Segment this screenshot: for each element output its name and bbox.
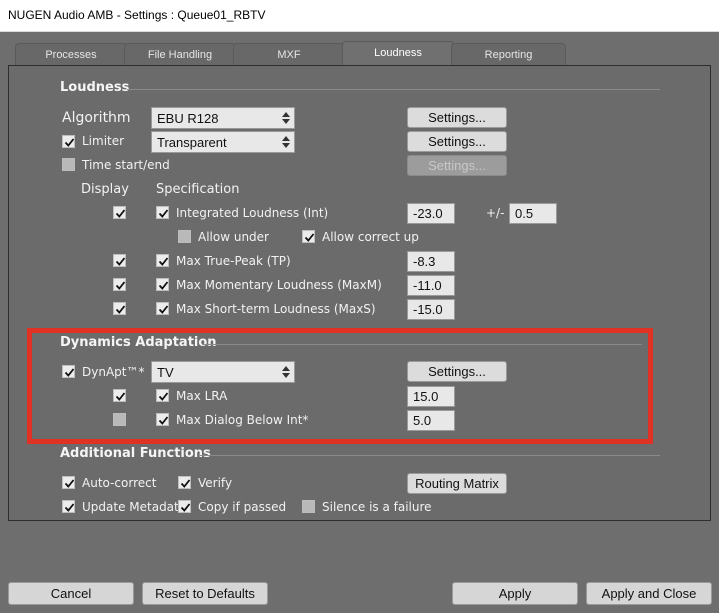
- checkmark-icon: [180, 479, 191, 488]
- auto-correct-label: Auto-correct: [82, 476, 157, 490]
- dynapt-label: DynApt™*: [82, 365, 145, 379]
- dynamics-heading: Dynamics Adaptation: [60, 335, 217, 350]
- display-column-header: Display: [81, 182, 129, 197]
- checkmark-icon: [115, 209, 126, 218]
- short-term-label: Max Short-term Loudness (MaxS): [176, 302, 376, 316]
- dynapt-settings-button[interactable]: Settings...: [407, 361, 507, 382]
- time-start-end-label: Time start/end: [82, 158, 170, 172]
- checkmark-icon: [115, 305, 126, 314]
- apply-button[interactable]: Apply: [452, 582, 578, 605]
- max-lra-display-checkbox[interactable]: [113, 389, 126, 402]
- allow-correct-up-label: Allow correct up: [322, 230, 419, 244]
- checkmark-icon: [64, 138, 75, 147]
- checkmark-icon: [158, 209, 169, 218]
- time-settings-button[interactable]: Settings...: [407, 155, 507, 176]
- checkmark-icon: [115, 281, 126, 290]
- update-metadata-label: Update Metadata: [82, 500, 187, 514]
- max-lra-value-field[interactable]: 15.0: [407, 386, 455, 407]
- momentary-display-checkbox[interactable]: [113, 278, 126, 291]
- allow-under-checkbox[interactable]: [178, 230, 191, 243]
- verify-checkbox[interactable]: [178, 476, 191, 489]
- auto-correct-checkbox[interactable]: [62, 476, 75, 489]
- dynapt-select[interactable]: TV: [151, 361, 295, 383]
- checkmark-icon: [115, 257, 126, 266]
- cancel-button[interactable]: Cancel: [8, 582, 134, 605]
- momentary-label: Max Momentary Loudness (MaxM): [176, 278, 382, 292]
- limiter-checkbox[interactable]: [62, 135, 75, 148]
- tab-file-handling[interactable]: File Handling: [124, 43, 236, 65]
- momentary-value-field[interactable]: -11.0: [407, 275, 455, 296]
- dynamics-divider: [202, 344, 642, 345]
- specification-column-header: Specification: [156, 182, 240, 197]
- tolerance-label: +/-: [486, 206, 505, 220]
- silence-failure-label: Silence is a failure: [322, 500, 432, 514]
- reset-defaults-button[interactable]: Reset to Defaults: [142, 582, 268, 605]
- true-peak-label: Max True-Peak (TP): [176, 254, 291, 268]
- momentary-spec-checkbox[interactable]: [156, 278, 169, 291]
- max-dialog-value-field[interactable]: 5.0: [407, 410, 455, 431]
- dynapt-value: TV: [157, 365, 174, 380]
- checkmark-icon: [64, 479, 75, 488]
- short-term-value-field[interactable]: -15.0: [407, 299, 455, 320]
- limiter-settings-button[interactable]: Settings...: [407, 131, 507, 152]
- checkmark-icon: [158, 392, 169, 401]
- true-peak-value-field[interactable]: -8.3: [407, 251, 455, 272]
- algorithm-value: EBU R128: [157, 111, 219, 126]
- true-peak-display-checkbox[interactable]: [113, 254, 126, 267]
- spinner-arrows-icon: [282, 366, 290, 378]
- checkmark-icon: [158, 416, 169, 425]
- dynapt-checkbox[interactable]: [62, 365, 75, 378]
- algorithm-settings-button[interactable]: Settings...: [407, 107, 507, 128]
- apply-and-close-button[interactable]: Apply and Close: [586, 582, 712, 605]
- integrated-value-field[interactable]: -23.0: [407, 203, 455, 224]
- tab-loudness[interactable]: Loudness: [342, 41, 454, 65]
- checkmark-icon: [115, 392, 126, 401]
- checkmark-icon: [158, 305, 169, 314]
- additional-divider: [200, 455, 660, 456]
- integrated-label: Integrated Loudness (Int): [176, 206, 329, 220]
- loudness-heading: Loudness: [60, 80, 130, 95]
- routing-matrix-button[interactable]: Routing Matrix: [407, 473, 507, 494]
- algorithm-label: Algorithm: [62, 110, 131, 126]
- limiter-label: Limiter: [82, 134, 125, 148]
- spinner-arrows-icon: [282, 112, 290, 124]
- true-peak-spec-checkbox[interactable]: [156, 254, 169, 267]
- tab-processes[interactable]: Processes: [15, 43, 127, 65]
- checkmark-icon: [158, 257, 169, 266]
- allow-under-label: Allow under: [198, 230, 269, 244]
- integrated-spec-checkbox[interactable]: [156, 206, 169, 219]
- update-metadata-checkbox[interactable]: [62, 500, 75, 513]
- checkmark-icon: [304, 233, 315, 242]
- algorithm-select[interactable]: EBU R128: [151, 107, 295, 129]
- checkmark-icon: [64, 503, 75, 512]
- max-dialog-spec-checkbox[interactable]: [156, 413, 169, 426]
- verify-label: Verify: [198, 476, 233, 490]
- checkmark-icon: [158, 281, 169, 290]
- spinner-arrows-icon: [282, 136, 290, 148]
- integrated-display-checkbox[interactable]: [113, 206, 126, 219]
- loudness-divider: [127, 89, 660, 90]
- max-lra-label: Max LRA: [176, 389, 228, 403]
- silence-failure-checkbox[interactable]: [302, 500, 315, 513]
- max-dialog-display-checkbox[interactable]: [113, 413, 126, 426]
- tab-reporting[interactable]: Reporting: [451, 43, 566, 65]
- tolerance-value-field[interactable]: 0.5: [509, 203, 557, 224]
- copy-if-passed-checkbox[interactable]: [178, 500, 191, 513]
- tab-mxf[interactable]: MXF: [233, 43, 345, 65]
- max-lra-spec-checkbox[interactable]: [156, 389, 169, 402]
- checkmark-icon: [180, 503, 191, 512]
- additional-heading: Additional Functions: [60, 446, 211, 461]
- limiter-value: Transparent: [157, 135, 227, 150]
- allow-correct-up-checkbox[interactable]: [302, 230, 315, 243]
- time-start-end-checkbox[interactable]: [62, 158, 75, 171]
- max-dialog-label: Max Dialog Below Int*: [176, 413, 309, 427]
- title-bar: NUGEN Audio AMB - Settings : Queue01_RBT…: [0, 0, 719, 32]
- copy-if-passed-label: Copy if passed: [198, 500, 287, 514]
- checkmark-icon: [64, 368, 75, 377]
- short-term-display-checkbox[interactable]: [113, 302, 126, 315]
- window-title: NUGEN Audio AMB - Settings : Queue01_RBT…: [8, 8, 266, 22]
- limiter-select[interactable]: Transparent: [151, 131, 295, 153]
- short-term-spec-checkbox[interactable]: [156, 302, 169, 315]
